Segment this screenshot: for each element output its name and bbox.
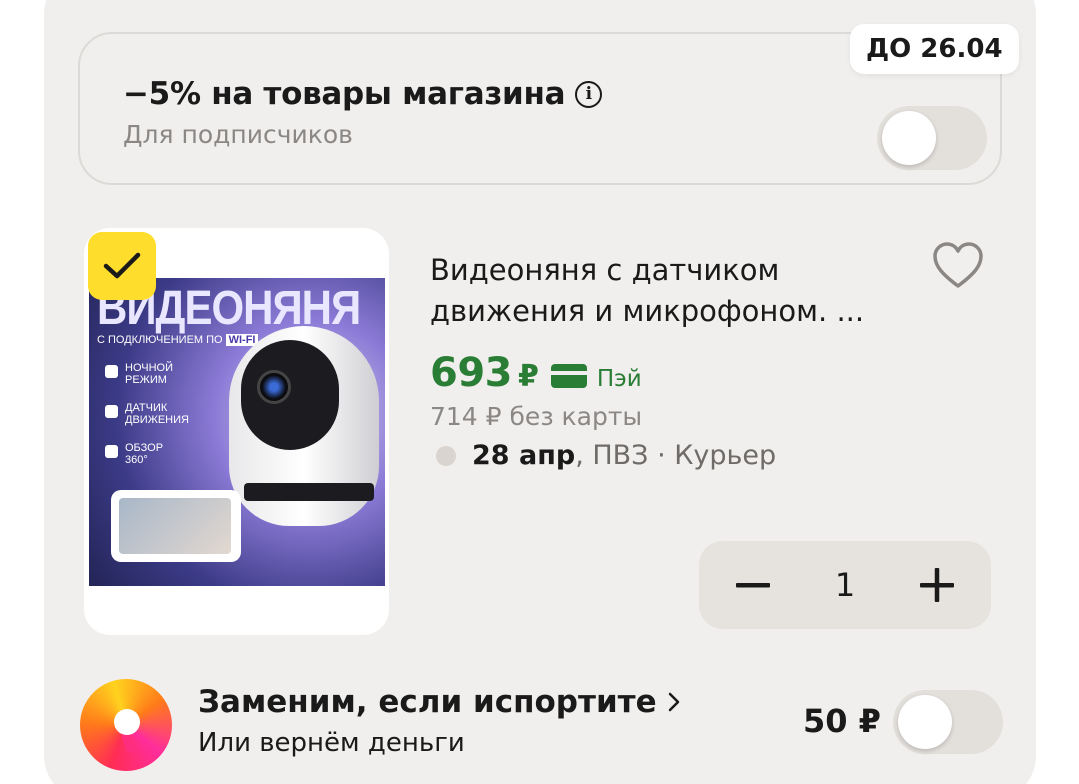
product-title[interactable]: Видеоняня с датчиком движения и микрофон… (430, 250, 910, 332)
increase-button[interactable] (897, 541, 977, 629)
info-icon[interactable]: i (575, 80, 603, 108)
promo-deadline-badge: ДО 26.04 (850, 24, 1019, 74)
decrease-button[interactable] (713, 541, 793, 629)
insurance-title: Заменим, если испортите (198, 684, 657, 720)
product-image: ВИДЕОНЯНЯ С ПОДКЛЮЧЕНИЕМ ПО WI-FI НОЧНОЙ … (89, 278, 385, 586)
insurance-subtitle: Или вернём деньги (198, 728, 465, 758)
image-feature: НОЧНОЙ РЕЖИМ (105, 362, 185, 386)
price-without-card: 714 ₽ без карты (430, 402, 643, 431)
insurance-logo (80, 679, 172, 771)
select-checkbox[interactable] (88, 232, 156, 300)
toggle-knob (898, 695, 952, 749)
minus-icon (736, 583, 770, 588)
promo-title: −5% на товары магазина i (123, 76, 603, 112)
delivery-date: 28 апр (472, 440, 576, 471)
quantity-stepper: 1 (699, 541, 991, 629)
camera-head (241, 340, 339, 450)
delivery-info: 28 апр , ПВЗ · Курьер (436, 440, 776, 471)
checkmark-icon (103, 252, 141, 279)
plus-icon (920, 568, 954, 602)
insurance-link[interactable]: Заменим, если испортите (198, 684, 681, 720)
price-row: 693 ₽ Пэй (430, 350, 642, 396)
heart-icon[interactable] (932, 242, 984, 290)
product-title-line: Видеоняня с датчиком (430, 253, 780, 287)
phone-screen (119, 498, 231, 554)
camera-lens (257, 370, 291, 404)
image-feature: ОБЗОР 360° (105, 442, 175, 466)
toggle-knob (882, 111, 936, 165)
image-feature: ДАТЧИК ДВИЖЕНИЯ (105, 402, 195, 426)
promo-toggle[interactable] (877, 106, 987, 170)
promo-subtitle: Для подписчиков (123, 120, 353, 149)
promo-title-text: −5% на товары магазина (123, 76, 566, 112)
insurance-price: 50 ₽ (803, 702, 881, 740)
product-title-line: движения и микрофоном. ... (430, 294, 865, 328)
price-currency: ₽ (518, 359, 539, 394)
chevron-right-icon (668, 692, 679, 712)
card-icon (550, 364, 587, 388)
camera-band (244, 483, 374, 501)
delivery-methods: , ПВЗ · Курьер (575, 440, 777, 471)
insurance-toggle[interactable] (893, 690, 1003, 754)
price-value: 693 (430, 350, 513, 396)
pay-label: Пэй (596, 366, 642, 392)
delivery-dot-icon (436, 445, 456, 466)
image-subtitle: С ПОДКЛЮЧЕНИЕМ ПО WI-FI (97, 334, 259, 346)
image-subtitle-text: С ПОДКЛЮЧЕНИЕМ ПО (97, 334, 223, 346)
